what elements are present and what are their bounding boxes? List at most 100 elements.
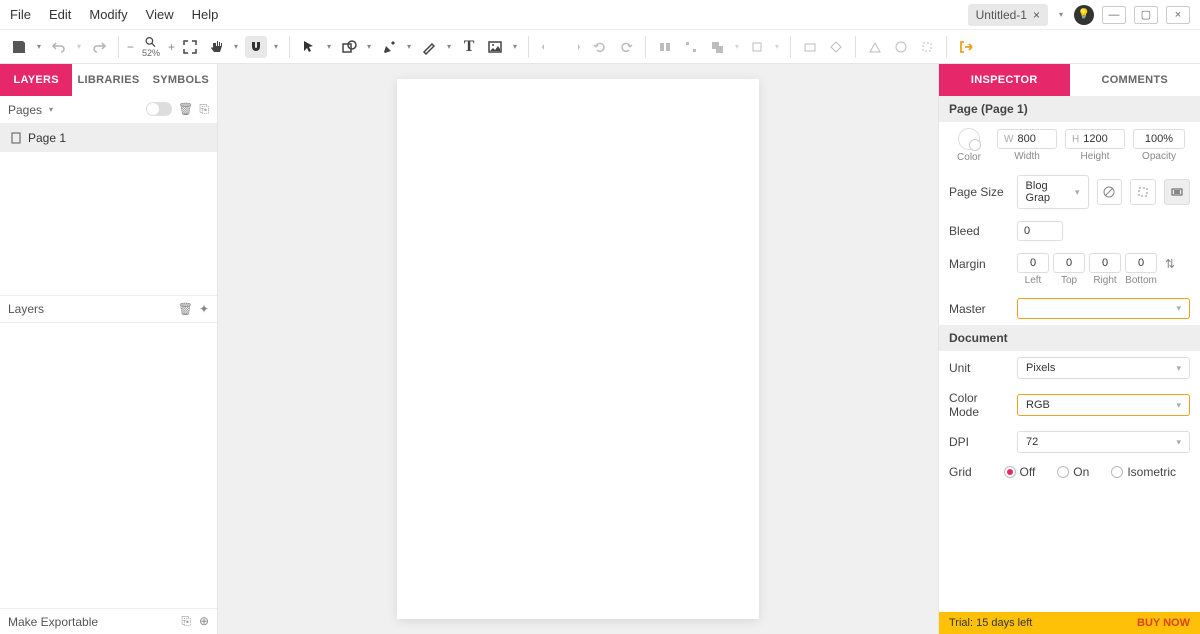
select-arrow-icon[interactable] — [298, 36, 320, 58]
orientation-auto-icon[interactable] — [1164, 179, 1190, 205]
export-exit-icon[interactable] — [955, 36, 977, 58]
boolean-dropdown-icon[interactable]: ▾ — [732, 42, 742, 51]
rotate-ccw-icon[interactable] — [589, 36, 611, 58]
export-settings-icon[interactable]: ⎘ — [181, 614, 191, 629]
snap-dropdown-icon[interactable]: ▾ — [271, 42, 281, 51]
text-tool-icon[interactable]: T — [458, 36, 480, 58]
pages-dropdown-icon[interactable]: ▾ — [46, 105, 56, 114]
layers-trash-icon[interactable]: 🗑 — [178, 302, 193, 316]
make-exportable-bar[interactable]: Make Exportable ⎘ ⊕ — [0, 608, 217, 634]
menu-modify[interactable]: Modify — [89, 7, 127, 22]
mask-icon[interactable] — [799, 36, 821, 58]
zoom-value: 52% — [142, 49, 160, 58]
undo-icon[interactable] — [48, 36, 70, 58]
brush-dropdown-icon[interactable]: ▾ — [444, 42, 454, 51]
zoom-plus-icon[interactable]: + — [168, 40, 175, 54]
save-dropdown-icon[interactable]: ▾ — [34, 42, 44, 51]
layers-label: Layers — [8, 302, 44, 316]
tab-layers[interactable]: LAYERS — [0, 64, 72, 96]
image-dropdown-icon[interactable]: ▾ — [510, 42, 520, 51]
flip-h-icon[interactable] — [537, 36, 559, 58]
menu-view[interactable]: View — [146, 7, 174, 22]
flip-v-icon[interactable] — [563, 36, 585, 58]
menu-help[interactable]: Help — [192, 7, 219, 22]
toolbar-divider — [790, 36, 791, 58]
zoom-tool-icon[interactable]: 52% — [138, 36, 164, 58]
grid-isometric-radio[interactable]: Isometric — [1111, 465, 1176, 479]
pages-add-icon[interactable]: ⎘ — [199, 102, 209, 117]
grid-off-radio[interactable]: Off — [1004, 465, 1036, 479]
buy-now-link[interactable]: BUY NOW — [1137, 617, 1190, 629]
margin-left-input[interactable]: 0 — [1017, 253, 1049, 273]
tab-libraries[interactable]: LIBRARIES — [72, 64, 144, 96]
menu-file[interactable]: File — [10, 7, 31, 22]
component-icon[interactable] — [825, 36, 847, 58]
pen-tool-icon[interactable] — [378, 36, 400, 58]
tab-comments[interactable]: COMMENTS — [1070, 64, 1200, 96]
close-tab-icon[interactable]: × — [1033, 8, 1040, 22]
toolbar-divider — [528, 36, 529, 58]
pan-dropdown-icon[interactable]: ▾ — [231, 42, 241, 51]
image-tool-icon[interactable] — [484, 36, 506, 58]
margin-right-input[interactable]: 0 — [1089, 253, 1121, 273]
height-label: Height — [1081, 151, 1110, 162]
pen-dropdown-icon[interactable]: ▾ — [404, 42, 414, 51]
undo-dropdown-icon[interactable]: ▾ — [74, 42, 84, 51]
arrange-icon[interactable] — [746, 36, 768, 58]
colormode-dropdown[interactable]: RGB▾ — [1017, 394, 1190, 416]
fit-screen-icon[interactable] — [179, 36, 201, 58]
orientation-portrait-icon[interactable] — [1097, 179, 1123, 205]
align-group-icon[interactable] — [654, 36, 676, 58]
hint-bulb-icon[interactable]: 💡 — [1074, 5, 1094, 25]
height-input[interactable]: H1200 — [1065, 129, 1125, 149]
pages-trash-icon[interactable]: 🗑 — [178, 102, 193, 117]
pan-hand-icon[interactable] — [205, 36, 227, 58]
window-close-button[interactable]: × — [1166, 6, 1190, 24]
document-tab[interactable]: Untitled-1 × — [968, 4, 1048, 26]
master-dropdown[interactable]: ▾ — [1017, 298, 1190, 319]
tab-symbols[interactable]: SYMBOLS — [145, 64, 217, 96]
menu-edit[interactable]: Edit — [49, 7, 71, 22]
canvas-area[interactable] — [218, 64, 938, 634]
pages-toggle[interactable] — [146, 102, 172, 116]
boolean-icon[interactable] — [706, 36, 728, 58]
grid-on-radio[interactable]: On — [1057, 465, 1089, 479]
tab-dropdown-icon[interactable]: ▾ — [1056, 10, 1066, 19]
layers-section-header: Layers 🗑 ✦ — [0, 295, 217, 323]
dpi-dropdown[interactable]: 72▾ — [1017, 431, 1190, 453]
tab-inspector[interactable]: INSPECTOR — [939, 64, 1070, 96]
margin-lock-icon[interactable]: ⇅ — [1165, 253, 1175, 271]
page-size-dropdown[interactable]: Blog Grap▾ — [1017, 175, 1089, 209]
toolbar-divider — [855, 36, 856, 58]
brush-tool-icon[interactable] — [418, 36, 440, 58]
width-input[interactable]: W800 — [997, 129, 1057, 149]
shape-tool-icon[interactable] — [338, 36, 360, 58]
window-maximize-button[interactable]: ▢ — [1134, 6, 1158, 24]
select-dropdown-icon[interactable]: ▾ — [324, 42, 334, 51]
shape-dropdown-icon[interactable]: ▾ — [364, 42, 374, 51]
zoom-minus-icon[interactable]: − — [127, 40, 134, 54]
arrange-dropdown-icon[interactable]: ▾ — [772, 42, 782, 51]
path-op2-icon[interactable] — [890, 36, 912, 58]
snap-magnet-icon[interactable] — [245, 36, 267, 58]
export-label: Make Exportable — [8, 615, 98, 629]
opacity-input[interactable]: 100% — [1133, 129, 1185, 149]
layers-add-icon[interactable]: ✦ — [199, 302, 209, 316]
unit-dropdown[interactable]: Pixels▾ — [1017, 357, 1190, 379]
toolbar-divider — [118, 36, 119, 58]
distribute-icon[interactable] — [680, 36, 702, 58]
rotate-cw-icon[interactable] — [615, 36, 637, 58]
path-op1-icon[interactable] — [864, 36, 886, 58]
orientation-landscape-icon[interactable] — [1130, 179, 1156, 205]
export-add-icon[interactable]: ⊕ — [199, 614, 209, 629]
bleed-input[interactable]: 0 — [1017, 221, 1063, 241]
page-list-item[interactable]: Page 1 — [0, 124, 217, 152]
page-color-swatch[interactable] — [958, 128, 980, 150]
margin-bottom-input[interactable]: 0 — [1125, 253, 1157, 273]
redo-icon[interactable] — [88, 36, 110, 58]
margin-top-input[interactable]: 0 — [1053, 253, 1085, 273]
canvas-page[interactable] — [397, 79, 759, 619]
window-minimize-button[interactable]: — — [1102, 6, 1126, 24]
save-icon[interactable] — [8, 36, 30, 58]
crop-icon[interactable] — [916, 36, 938, 58]
